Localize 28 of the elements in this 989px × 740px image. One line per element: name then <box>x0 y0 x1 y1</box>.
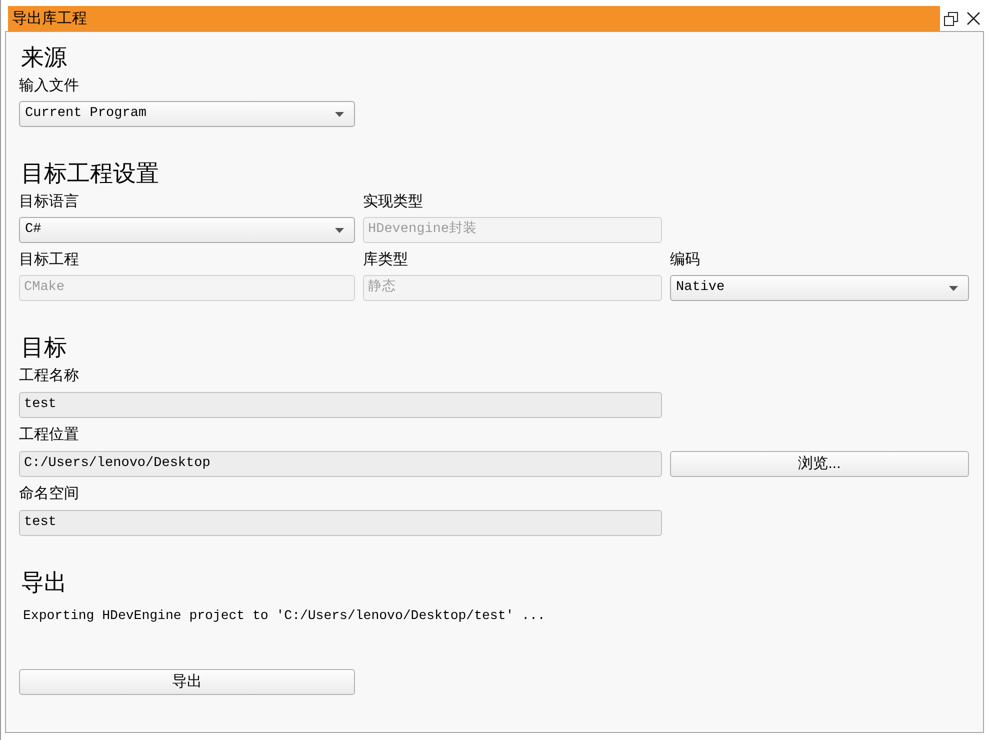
caret-icon <box>949 286 958 290</box>
text-field[interactable]: C:/Users/lenovo/Desktop <box>19 451 662 477</box>
window-title: 导出库工程 <box>12 8 87 28</box>
close-icon[interactable] <box>967 12 980 25</box>
section-heading: 来源 <box>20 44 68 70</box>
dropdown[interactable]: Native <box>670 275 969 301</box>
section-heading: 导出 <box>20 569 68 595</box>
field-label: 库类型 <box>363 251 409 269</box>
status-message: Exporting HDevEngine project to 'C:/Users/lenovo/Desktop/test' ... <box>22 607 546 625</box>
field-label: 命名空间 <box>19 485 80 503</box>
field-label: 目标工程 <box>19 251 80 269</box>
field-label: 工程名称 <box>19 367 80 385</box>
export-button[interactable]: 导出 <box>19 669 355 695</box>
field-label: 工程位置 <box>19 426 80 444</box>
caret-icon <box>335 228 344 232</box>
section-heading: 目标工程设置 <box>20 160 160 186</box>
dropdown[interactable]: Current Program <box>19 101 355 127</box>
text-field[interactable]: test <box>19 392 662 418</box>
section-heading: 目标 <box>20 334 68 360</box>
restore-icon[interactable] <box>944 12 958 26</box>
text-field[interactable]: test <box>19 510 662 536</box>
browse-button[interactable]: 浏览... <box>670 451 969 477</box>
field-label: 输入文件 <box>19 77 80 95</box>
dropdown[interactable]: C# <box>19 217 355 243</box>
field-label: 实现类型 <box>363 193 424 211</box>
field-label: 目标语言 <box>19 193 80 211</box>
field-label: 编码 <box>670 251 701 269</box>
caret-icon <box>335 112 344 116</box>
